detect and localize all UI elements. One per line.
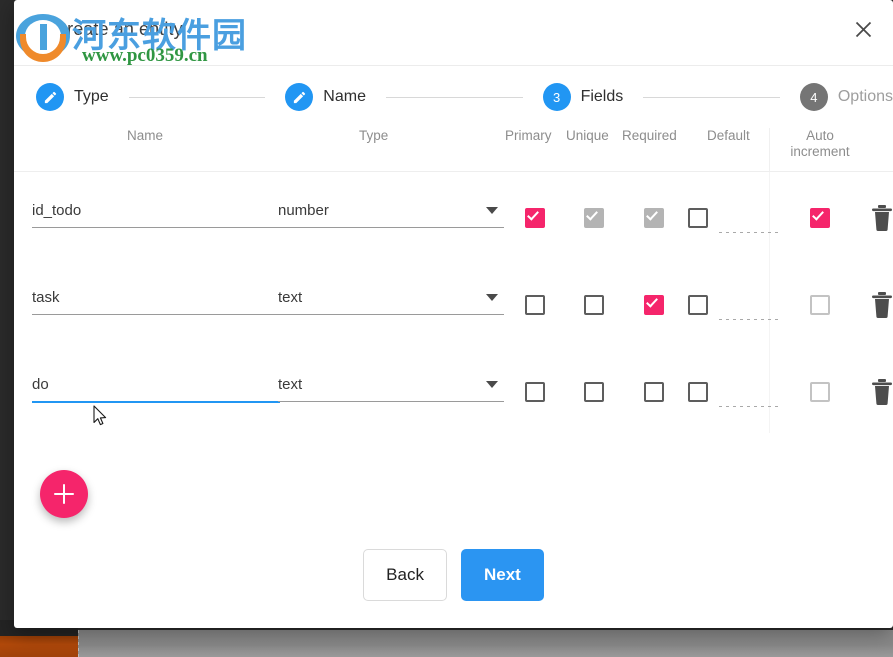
column-header-name: Name bbox=[127, 128, 164, 143]
fields-table: Name Type Primary Unique Required Defaul… bbox=[14, 128, 893, 433]
back-button[interactable]: Back bbox=[363, 549, 447, 601]
checkbox-required bbox=[644, 208, 664, 228]
trash-icon[interactable] bbox=[871, 292, 893, 318]
default-value-underline bbox=[719, 319, 779, 320]
step-type[interactable]: Type bbox=[36, 83, 109, 111]
column-header-default: Default bbox=[707, 128, 750, 143]
table-row: text bbox=[14, 346, 893, 433]
checkbox-unique[interactable] bbox=[584, 382, 604, 402]
trash-icon[interactable] bbox=[871, 205, 893, 231]
field-name-input-wrapper bbox=[32, 289, 280, 315]
checkbox-required[interactable] bbox=[644, 382, 664, 402]
field-name-input[interactable] bbox=[32, 376, 280, 401]
dialog-footer: Back Next bbox=[14, 549, 893, 601]
checkbox-primary[interactable] bbox=[525, 208, 545, 228]
page-title: Create an entity bbox=[54, 19, 183, 39]
field-name-input[interactable] bbox=[32, 202, 280, 227]
step-options-label: Options bbox=[837, 88, 893, 105]
column-header-primary: Primary bbox=[505, 128, 552, 143]
trash-icon[interactable] bbox=[871, 379, 893, 405]
field-name-input[interactable] bbox=[32, 289, 280, 314]
checkbox-default[interactable] bbox=[688, 295, 708, 315]
stepper-connector-3 bbox=[643, 96, 780, 98]
step-name[interactable]: Name bbox=[285, 83, 366, 111]
stepper-connector-1 bbox=[128, 96, 266, 98]
column-header-auto-increment: Auto increment bbox=[779, 128, 861, 160]
field-type-select[interactable]: text bbox=[278, 376, 504, 402]
field-type-select[interactable]: text bbox=[278, 289, 504, 315]
checkbox-default[interactable] bbox=[688, 382, 708, 402]
stepper-connector-2 bbox=[385, 96, 523, 98]
column-header-auto-line2: increment bbox=[790, 144, 850, 159]
checkbox-unique[interactable] bbox=[584, 295, 604, 315]
default-value-underline bbox=[719, 406, 779, 407]
checkbox-default[interactable] bbox=[688, 208, 708, 228]
field-type-value: number bbox=[278, 202, 329, 219]
checkbox-primary[interactable] bbox=[525, 382, 545, 402]
field-name-input-wrapper bbox=[32, 376, 280, 403]
wizard-stepper: Type Name 3 Fields 4 Options bbox=[14, 66, 893, 128]
default-value-underline bbox=[719, 232, 779, 233]
chevron-down-icon bbox=[486, 294, 498, 301]
step-type-label: Type bbox=[74, 88, 109, 105]
table-row: number bbox=[14, 172, 893, 259]
create-entity-dialog: Create an entity ★ 河东软件园 www.pc0359.cn T… bbox=[14, 0, 893, 628]
field-type-value: text bbox=[278, 289, 303, 306]
checkbox-auto-increment bbox=[810, 382, 830, 402]
table-row: text bbox=[14, 259, 893, 346]
field-name-input-wrapper bbox=[32, 202, 280, 228]
step-fields-label: Fields bbox=[580, 88, 624, 105]
chevron-down-icon bbox=[486, 207, 498, 214]
checkbox-required[interactable] bbox=[644, 295, 664, 315]
next-button[interactable]: Next bbox=[460, 549, 544, 601]
column-header-auto-line1: Auto bbox=[806, 128, 834, 143]
step-fields-number: 3 bbox=[542, 83, 571, 111]
chevron-down-icon bbox=[486, 381, 498, 388]
checkbox-auto-increment[interactable] bbox=[810, 208, 830, 228]
pencil-icon bbox=[36, 83, 64, 111]
step-name-label: Name bbox=[323, 88, 366, 105]
dialog-header: Create an entity bbox=[14, 0, 893, 66]
step-options[interactable]: 4 Options bbox=[799, 83, 893, 111]
checkbox-auto-increment bbox=[810, 295, 830, 315]
desktop-gray-panel bbox=[78, 630, 893, 657]
desktop-orange-panel bbox=[0, 636, 78, 657]
column-header-required: Required bbox=[622, 128, 677, 143]
add-field-button[interactable] bbox=[40, 470, 88, 518]
step-options-number: 4 bbox=[799, 83, 828, 111]
fields-table-header: Name Type Primary Unique Required Defaul… bbox=[14, 128, 893, 172]
field-type-select[interactable]: number bbox=[278, 202, 504, 228]
pencil-icon bbox=[285, 83, 314, 111]
column-header-unique: Unique bbox=[566, 128, 609, 143]
checkbox-primary[interactable] bbox=[525, 295, 545, 315]
field-type-value: text bbox=[278, 376, 303, 393]
step-fields[interactable]: 3 Fields bbox=[542, 83, 624, 111]
column-header-type: Type bbox=[359, 128, 389, 143]
checkbox-unique bbox=[584, 208, 604, 228]
close-icon[interactable] bbox=[843, 9, 883, 49]
